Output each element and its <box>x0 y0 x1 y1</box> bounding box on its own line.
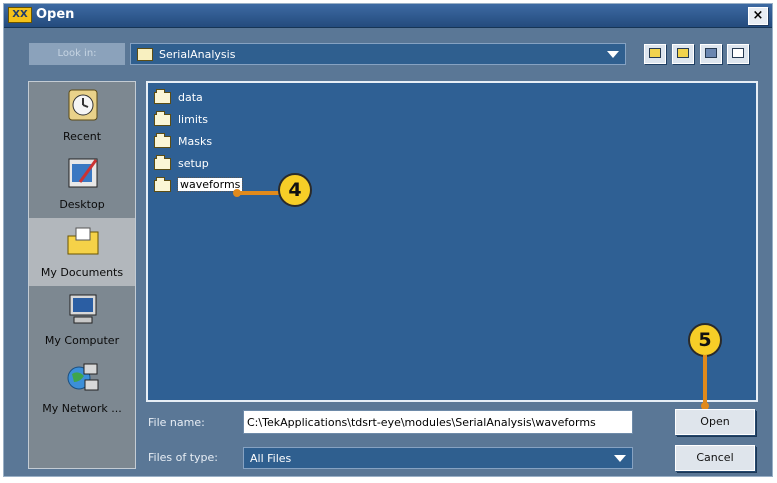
folder-icon <box>154 177 171 192</box>
current-folder-name: SerialAnalysis <box>159 48 236 61</box>
place-recent[interactable]: Recent <box>29 82 135 150</box>
chevron-down-icon[interactable] <box>607 51 619 58</box>
my-network-icon <box>67 363 99 391</box>
list-view-button[interactable] <box>700 44 722 64</box>
dialog-title: Open <box>36 7 75 22</box>
folder-name: waveforms <box>176 177 244 192</box>
places-bar: Recent Desktop My Documents My Computer … <box>28 81 136 469</box>
app-icon: XX <box>8 7 32 23</box>
up-one-level-button[interactable] <box>644 44 666 64</box>
place-label-recent: Recent <box>62 130 102 143</box>
folder-icon <box>154 89 171 104</box>
place-my-network[interactable]: My Network ... <box>29 354 135 422</box>
list-view-icon <box>705 48 717 58</box>
file-name-label: File name: <box>148 416 205 429</box>
file-name-input[interactable]: C:\TekApplications\tdsrt-eye\modules\Ser… <box>243 410 633 434</box>
callout-5-line <box>703 355 707 405</box>
place-my-documents[interactable]: My Documents <box>29 218 135 286</box>
folder-name: limits <box>178 113 208 126</box>
details-view-button[interactable] <box>727 44 749 64</box>
callout-step-4: 4 <box>278 173 312 207</box>
files-of-type-label: Files of type: <box>148 451 219 464</box>
look-in-label: Look in: <box>29 43 125 65</box>
folder-name: data <box>178 91 203 104</box>
chevron-down-icon[interactable] <box>614 455 626 462</box>
callout-4-line <box>237 191 279 195</box>
folder-icon <box>154 155 171 170</box>
close-button[interactable]: × <box>748 7 768 25</box>
folder-name: Masks <box>178 135 213 148</box>
my-documents-icon <box>67 227 99 255</box>
title-bar[interactable]: XX Open × <box>4 4 772 28</box>
place-my-computer[interactable]: My Computer <box>29 286 135 354</box>
recent-icon <box>68 89 98 121</box>
folder-icon <box>154 133 171 148</box>
open-button[interactable]: Open <box>675 409 755 435</box>
details-view-icon <box>732 48 744 58</box>
folder-name: setup <box>178 157 209 170</box>
place-desktop[interactable]: Desktop <box>29 150 135 218</box>
folder-icon <box>154 111 171 126</box>
up-folder-icon <box>649 48 661 58</box>
folder-icon <box>137 48 153 61</box>
desktop-icon <box>68 158 98 188</box>
file-list[interactable]: data limits Masks setup waveforms <box>146 81 758 402</box>
callout-step-5: 5 <box>688 323 722 357</box>
files-of-type-dropdown[interactable]: All Files <box>243 447 633 469</box>
place-label-my-documents: My Documents <box>40 266 124 279</box>
place-label-my-computer: My Computer <box>44 334 120 347</box>
look-in-dropdown[interactable]: SerialAnalysis <box>130 43 626 65</box>
my-computer-icon <box>69 294 97 324</box>
place-label-my-network: My Network ... <box>42 402 122 415</box>
new-folder-icon <box>677 48 689 58</box>
place-label-desktop: Desktop <box>59 198 105 211</box>
cancel-button[interactable]: Cancel <box>675 445 755 471</box>
new-folder-button[interactable] <box>672 44 694 64</box>
open-dialog: XX Open × Look in: SerialAnalysis Recent <box>3 3 773 477</box>
file-type-value: All Files <box>250 452 292 465</box>
